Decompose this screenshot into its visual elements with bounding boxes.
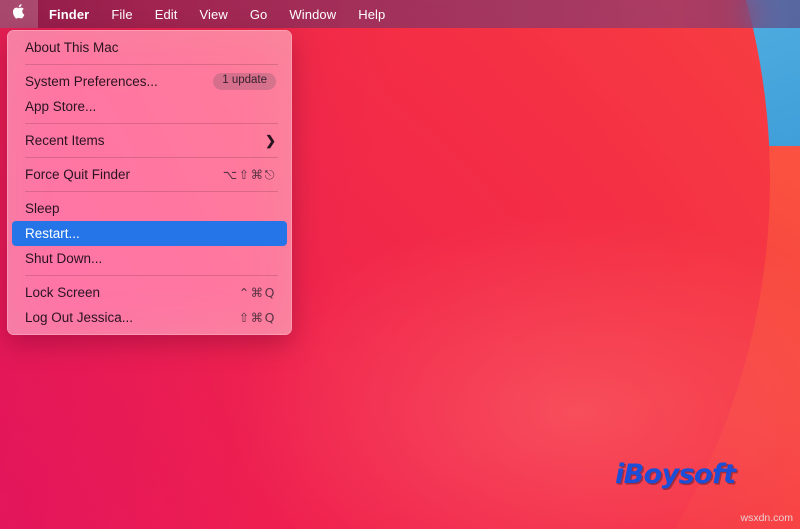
menu-item-force-quit-finder[interactable]: Force Quit Finder ⌥⇧⌘⎋ (12, 162, 287, 187)
menu-bar-label: Finder (49, 7, 89, 22)
menu-bar-item-window[interactable]: Window (278, 0, 347, 28)
menu-item-label: About This Mac (25, 40, 119, 55)
menu-item-label: Log Out Jessica... (25, 310, 133, 325)
apple-logo-icon (12, 3, 25, 23)
menu-separator (25, 275, 278, 276)
menu-item-accessory: ⌃⌘Q (239, 285, 276, 300)
menu-bar-label: Go (250, 7, 268, 22)
menu-separator (25, 157, 278, 158)
menu-bar-item-go[interactable]: Go (239, 0, 279, 28)
menu-item-label: Shut Down... (25, 251, 102, 266)
menu-item-app-store[interactable]: App Store... (12, 94, 287, 119)
menu-item-accessory: ⇧⌘Q (239, 310, 276, 325)
iboysoft-watermark: iBoysoft (615, 459, 735, 490)
apple-menu-dropdown: About This Mac System Preferences... 1 u… (7, 30, 292, 335)
menu-item-label: Recent Items (25, 133, 105, 148)
menu-item-recent-items[interactable]: Recent Items ❯ (12, 128, 287, 153)
menu-bar-label: File (111, 7, 132, 22)
update-badge: 1 update (213, 73, 276, 90)
keyboard-shortcut: ⌥⇧⌘⎋ (223, 167, 276, 183)
menu-bar-label: Help (358, 7, 385, 22)
apple-menu-button[interactable] (0, 0, 38, 28)
menu-item-accessory: ❯ (265, 134, 276, 147)
menu-bar-item-view[interactable]: View (189, 0, 239, 28)
menu-item-lock-screen[interactable]: Lock Screen ⌃⌘Q (12, 280, 287, 305)
menu-item-about-this-mac[interactable]: About This Mac (12, 35, 287, 60)
menu-item-system-preferences[interactable]: System Preferences... 1 update (12, 69, 287, 94)
menu-bar-item-finder[interactable]: Finder (38, 0, 100, 28)
menu-separator (25, 64, 278, 65)
menu-separator (25, 191, 278, 192)
menu-item-shut-down[interactable]: Shut Down... (12, 246, 287, 271)
menu-separator (25, 123, 278, 124)
menu-item-accessory: 1 update (213, 73, 276, 90)
menu-bar-label: Window (289, 7, 336, 22)
menu-bar-label: Edit (155, 7, 178, 22)
menu-bar-item-edit[interactable]: Edit (144, 0, 189, 28)
menu-item-label: Lock Screen (25, 285, 100, 300)
menu-item-label: Sleep (25, 201, 60, 216)
keyboard-shortcut: ⌃⌘Q (239, 285, 276, 300)
menu-bar-label: View (200, 7, 228, 22)
menu-item-label: Force Quit Finder (25, 167, 130, 182)
menu-item-label: App Store... (25, 99, 96, 114)
menu-bar-item-help[interactable]: Help (347, 0, 396, 28)
menu-bar: Finder File Edit View Go Window Help (0, 0, 800, 28)
menu-item-label: System Preferences... (25, 74, 158, 89)
menu-bar-item-file[interactable]: File (100, 0, 143, 28)
menu-item-sleep[interactable]: Sleep (12, 196, 287, 221)
menu-item-label: Restart... (25, 226, 80, 241)
menu-item-log-out[interactable]: Log Out Jessica... ⇧⌘Q (12, 305, 287, 330)
chevron-right-icon: ❯ (265, 134, 276, 147)
menu-item-restart[interactable]: Restart... (12, 221, 287, 246)
menu-item-accessory: ⌥⇧⌘⎋ (223, 167, 276, 183)
site-watermark: wsxdn.com (740, 512, 793, 524)
keyboard-shortcut: ⇧⌘Q (239, 310, 276, 325)
